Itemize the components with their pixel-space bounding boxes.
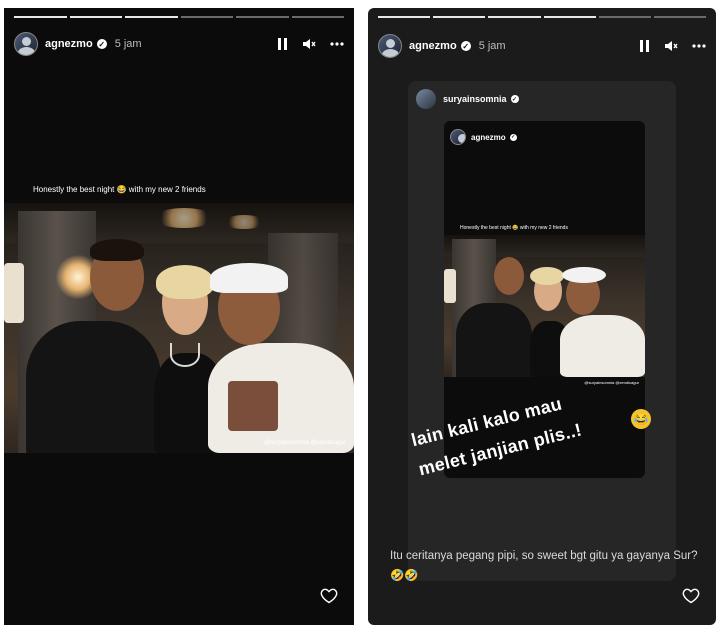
progress-segment bbox=[125, 16, 178, 18]
more-horizontal-icon[interactable] bbox=[330, 42, 344, 46]
more-horizontal-icon[interactable] bbox=[692, 44, 706, 48]
story-timestamp: 5 jam bbox=[114, 38, 142, 50]
story-photo: @suryainsomnia @xendicagur bbox=[4, 203, 354, 453]
avatar[interactable] bbox=[416, 89, 436, 109]
pause-icon[interactable] bbox=[640, 40, 650, 52]
verified-badge-icon: ✓ bbox=[510, 95, 519, 103]
pause-icon[interactable] bbox=[278, 38, 288, 50]
shared-story-card[interactable]: suryainsomnia ✓ agnezmo ✓ Honestly the b… bbox=[408, 81, 676, 581]
story-caption: Honestly the best night 😂 with my new 2 … bbox=[33, 185, 206, 194]
avatar[interactable] bbox=[378, 34, 402, 58]
verified-badge-icon: ✓ bbox=[460, 41, 471, 51]
story-username[interactable]: agnezmo bbox=[409, 40, 457, 52]
story-panel-right[interactable]: agnezmo ✓ 5 jam suryainsomnia ✓ agnezmo … bbox=[368, 8, 716, 625]
inner-caption: Honestly the best night 😂 with my new 2 … bbox=[460, 225, 568, 231]
avatar bbox=[450, 129, 466, 145]
progress-segment bbox=[543, 16, 596, 18]
story-panel-left[interactable]: agnezmo ✓ 5 jam Honestly the best night … bbox=[4, 8, 354, 625]
speaker-muted-icon[interactable] bbox=[302, 38, 316, 50]
story-username[interactable]: agnezmo bbox=[45, 38, 93, 50]
progress-segment bbox=[236, 16, 289, 18]
progress-segment bbox=[69, 16, 122, 18]
speaker-muted-icon[interactable] bbox=[664, 40, 678, 52]
progress-segment bbox=[653, 16, 707, 18]
story-timestamp: 5 jam bbox=[478, 40, 506, 52]
avatar[interactable] bbox=[14, 32, 38, 56]
verified-badge-icon: ✓ bbox=[96, 39, 107, 49]
inner-story-photo bbox=[444, 235, 645, 377]
inner-username: agnezmo bbox=[471, 132, 506, 142]
story-header: agnezmo ✓ 5 jam bbox=[14, 30, 344, 58]
progress-segment bbox=[291, 16, 344, 18]
progress-segment bbox=[14, 16, 67, 18]
story-progress-bar bbox=[14, 16, 344, 18]
inner-photo-tags: @suryainsomnia @xendicagur bbox=[584, 380, 639, 385]
progress-segment bbox=[488, 16, 541, 18]
heart-outline-icon[interactable] bbox=[320, 588, 338, 609]
progress-segment bbox=[433, 16, 486, 18]
story-comment-text: Itu ceritanya pegang pipi, so sweet bgt … bbox=[390, 550, 698, 582]
heart-outline-icon[interactable] bbox=[682, 588, 700, 609]
progress-segment bbox=[378, 16, 431, 18]
progress-segment bbox=[180, 16, 233, 18]
shared-username[interactable]: suryainsomnia bbox=[443, 94, 507, 104]
photo-tags[interactable]: @suryainsomnia @xendicagur bbox=[264, 440, 346, 446]
progress-segment bbox=[598, 16, 651, 18]
verified-badge-icon: ✓ bbox=[509, 133, 517, 141]
face-with-tears-of-joy-icon: 😂 bbox=[631, 409, 651, 429]
story-progress-bar bbox=[378, 16, 707, 18]
story-header: agnezmo ✓ 5 jam bbox=[378, 32, 706, 60]
